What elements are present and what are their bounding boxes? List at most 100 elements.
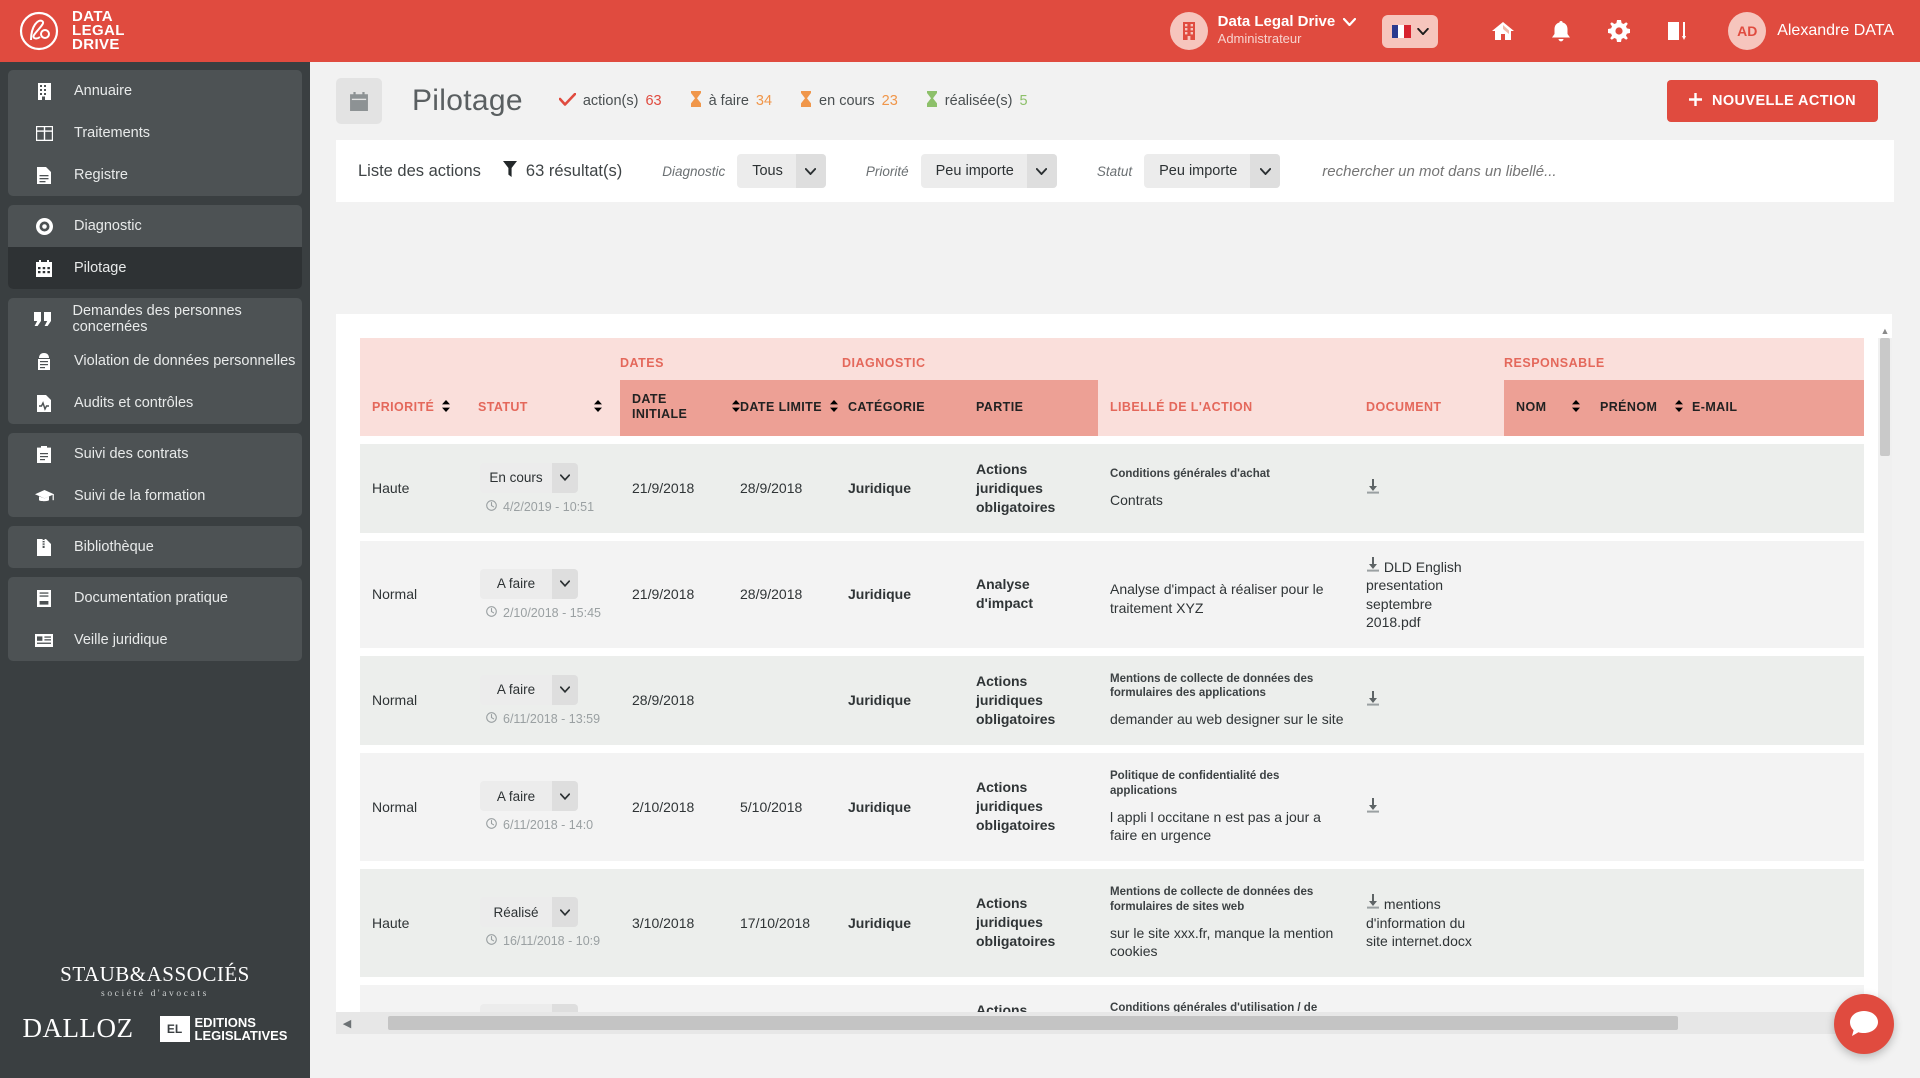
sidebar-item-label: Veille juridique	[74, 632, 168, 648]
table-column-header-row: PRIORITÉ STATUT DATE INITIALE DATE LIMIT…	[360, 380, 1865, 436]
cell-date-initiale: 21/9/2018	[620, 540, 740, 648]
row-document-link[interactable]: mentions d'information du site internet.…	[1366, 894, 1472, 949]
cell-priorite: Haute	[360, 868, 472, 977]
sidebar-item-demandes[interactable]: Demandes des personnes concernées	[8, 298, 302, 340]
hourglass-icon	[690, 91, 702, 111]
col-priorite[interactable]: PRIORITÉ	[360, 380, 472, 436]
statut-select[interactable]: Peu importe	[1144, 154, 1281, 188]
download-icon[interactable]	[1366, 479, 1380, 497]
funnel-icon	[502, 160, 517, 182]
bell-icon[interactable]	[1538, 8, 1584, 54]
sidebar-item-label: Diagnostic	[74, 218, 142, 234]
row-status-select[interactable]: A faire	[480, 781, 578, 812]
col-statut[interactable]: STATUT	[472, 380, 620, 436]
sidebar-item-suivi-formation[interactable]: Suivi de la formation	[8, 475, 302, 517]
sidebar-item-traitements[interactable]: Traitements	[8, 112, 302, 154]
sidebar-item-suivi-contrats[interactable]: Suivi des contrats	[8, 433, 302, 475]
col-prenom-label: PRÉNOM	[1600, 400, 1658, 414]
app-logo[interactable]: DATA LEGAL DRIVE	[0, 0, 310, 62]
stat-label: en cours	[819, 93, 875, 109]
sort-icon[interactable]	[829, 399, 838, 415]
sort-icon[interactable]	[1675, 399, 1684, 415]
sidebar-item-annuaire[interactable]: Annuaire	[8, 70, 302, 112]
stat-value: 23	[881, 93, 898, 109]
sidebar-item-veille[interactable]: Veille juridique	[8, 619, 302, 661]
search-input[interactable]	[1322, 162, 1723, 180]
org-switcher[interactable]: Data Legal Drive Administrateur	[1169, 12, 1357, 50]
table-row[interactable]: Normal A faire 2/10/2018 - 15:45 21/9/2018 2…	[360, 540, 1865, 648]
sidebar-item-documentation[interactable]: Documentation pratique	[8, 577, 302, 619]
diagnostic-select[interactable]: Tous	[737, 154, 826, 188]
cell-document	[1366, 655, 1505, 745]
sponsor-logos: STAUB&ASSOCIÉS société d'avocats DALLOZ …	[0, 962, 310, 1044]
row-status-select[interactable]: A faire	[480, 568, 578, 599]
building-icon	[34, 82, 54, 100]
cell-date-limite: 17/10/2018	[740, 868, 842, 977]
row-libelle-title: Mentions de collecte de données des form…	[1110, 885, 1314, 913]
row-document-link[interactable]: DLD English presentation septembre 2018.…	[1366, 556, 1462, 630]
sidebar-item-violation[interactable]: Violation de données personnelles	[8, 340, 302, 382]
table-group-header-row: DATES DIAGNOSTIC RESPONSABLE	[360, 338, 1865, 380]
alert-icon	[34, 352, 54, 370]
table-row[interactable]: Normal A faire 6/11/2018 - 13:59 28/9/2018 J…	[360, 655, 1865, 745]
building-icon	[1169, 12, 1208, 50]
cell-date-initiale: 3/10/2018	[620, 868, 740, 977]
col-prenom[interactable]: PRÉNOM	[1600, 380, 1693, 436]
vertical-scrollbar[interactable]: ▲ ▼	[1878, 326, 1892, 1024]
col-statut-label: STATUT	[478, 400, 528, 414]
col-date-initiale[interactable]: DATE INITIALE	[620, 380, 740, 436]
filter-label: Priorité	[865, 163, 909, 179]
row-status-select[interactable]: En cours	[480, 462, 578, 493]
cell-libelle: Analyse d'impact à réaliser pour le trai…	[1098, 540, 1367, 648]
table-row[interactable]: Haute En cours 4/2/2019 - 10:51 21/9/2018 28…	[360, 444, 1865, 533]
scroll-left-icon[interactable]: ◀	[336, 1017, 358, 1030]
cell-date-limite	[740, 655, 842, 745]
priorite-select-value: Peu importe	[935, 163, 1014, 179]
horizontal-scrollbar[interactable]: ◀	[336, 1012, 1892, 1034]
cell-date-limite: 28/9/2018	[740, 540, 842, 648]
vertical-scroll-thumb[interactable]	[1880, 338, 1890, 456]
cell-statut: A faire 6/11/2018 - 14:0	[472, 752, 620, 861]
download-icon[interactable]	[1366, 797, 1380, 816]
language-selector[interactable]	[1382, 14, 1439, 48]
main-content: Pilotage action(s) 63 à faire 34 en cour…	[310, 62, 1920, 1078]
sort-icon[interactable]	[1572, 399, 1581, 415]
cell-prenom	[1600, 752, 1693, 861]
cell-date-initiale: 28/9/2018	[620, 655, 740, 745]
col-nom[interactable]: NOM	[1504, 380, 1601, 436]
cell-categorie: Juridique	[842, 752, 970, 861]
sort-icon[interactable]	[732, 399, 740, 415]
sort-icon[interactable]	[442, 399, 451, 415]
chat-icon[interactable]	[1834, 994, 1894, 1054]
row-status-select[interactable]: A faire	[480, 674, 578, 705]
priorite-select[interactable]: Peu importe	[920, 154, 1057, 188]
user-menu[interactable]: AD Alexandre DATA	[1728, 12, 1894, 50]
horizontal-scroll-thumb[interactable]	[388, 1016, 1678, 1030]
group-spacer-priorite	[360, 338, 472, 380]
sidebar-item-registre[interactable]: Registre	[8, 154, 302, 196]
row-status-select[interactable]: Réalisé	[480, 897, 578, 928]
table-row[interactable]: Normal A faire 6/11/2018 - 14:0 2/10/2018 5/…	[360, 752, 1865, 861]
logout-icon[interactable]	[1654, 8, 1700, 54]
sidebar-item-pilotage[interactable]: Pilotage	[8, 247, 302, 289]
cell-libelle: Mentions de collecte de données des form…	[1098, 868, 1367, 977]
sidebar-item-audits[interactable]: Audits et contrôles	[8, 382, 302, 424]
sidebar-item-bibliotheque[interactable]: Bibliothèque	[8, 526, 302, 568]
download-icon[interactable]	[1366, 691, 1380, 709]
clipboard-icon	[34, 445, 54, 463]
audit-icon	[34, 394, 54, 412]
col-date-limite[interactable]: DATE LIMITE	[740, 380, 842, 436]
cell-prenom	[1600, 444, 1693, 533]
gear-icon[interactable]	[1596, 8, 1642, 54]
new-action-button[interactable]: NOUVELLE ACTION	[1666, 80, 1878, 122]
scroll-up-icon[interactable]: ▲	[1878, 324, 1892, 338]
sort-icon[interactable]	[593, 399, 602, 415]
sidebar-item-diagnostic[interactable]: Diagnostic	[8, 205, 302, 247]
book-icon	[34, 538, 54, 556]
clock-icon	[486, 499, 497, 514]
nav-group-4: Suivi des contrats Suivi de la formation	[8, 433, 302, 517]
home-icon[interactable]	[1480, 8, 1526, 54]
stat-label: action(s)	[582, 93, 639, 109]
sidebar-item-label: Audits et contrôles	[74, 395, 194, 411]
table-row[interactable]: Haute Réalisé 16/11/2018 - 10:9 3/10/2018 17…	[360, 868, 1865, 977]
